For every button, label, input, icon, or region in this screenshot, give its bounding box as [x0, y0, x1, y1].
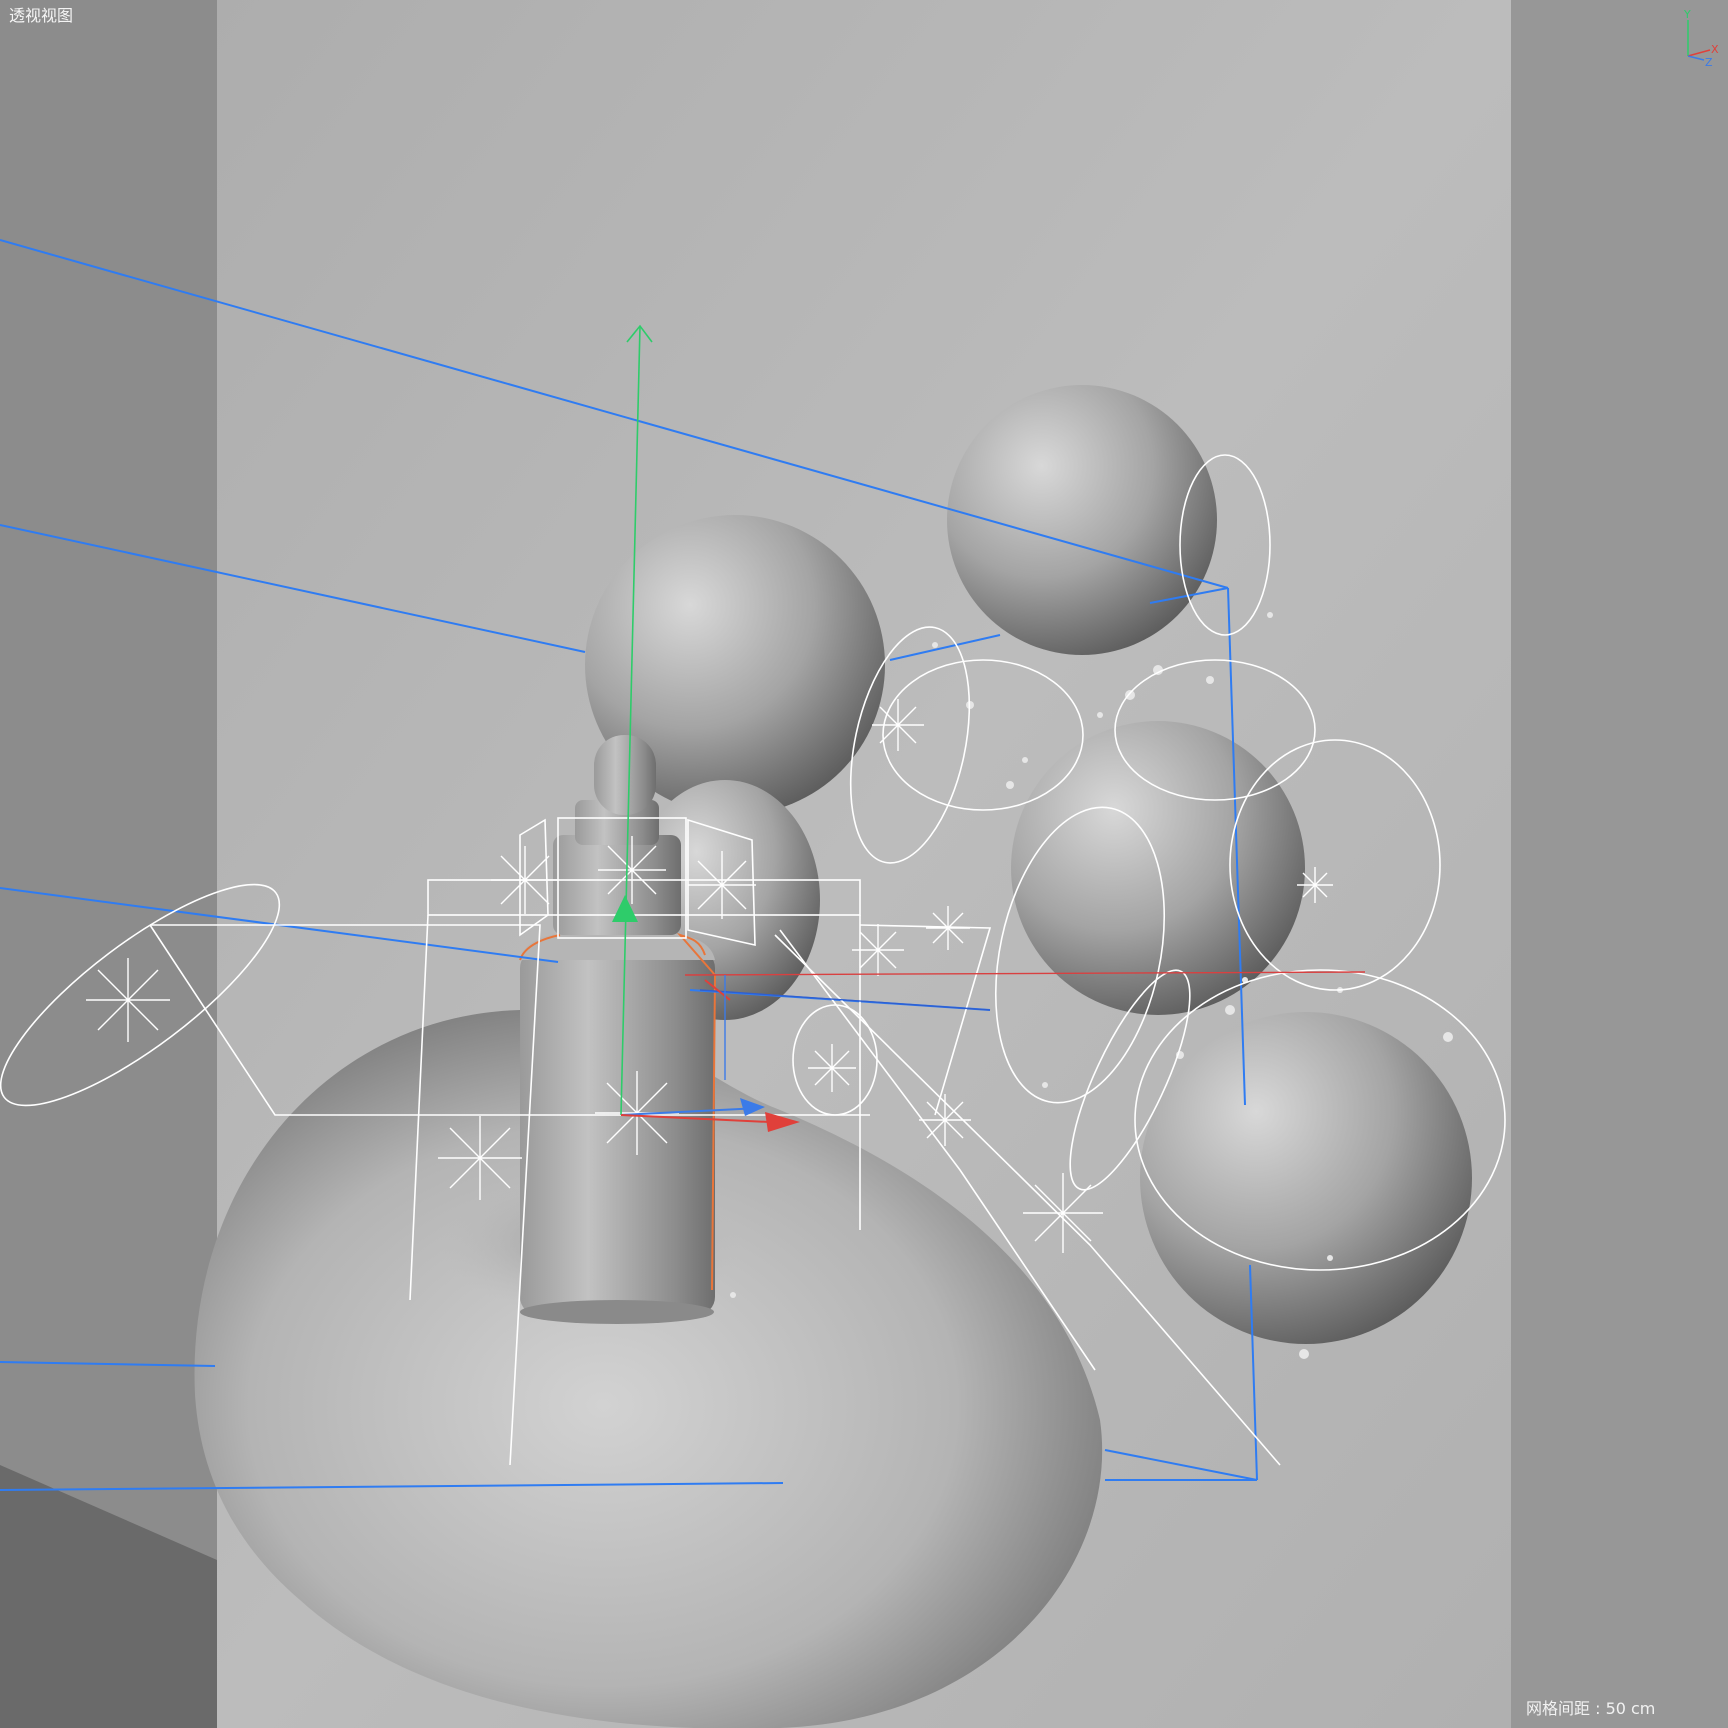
view-mode-label[interactable]: 透视视图 [3, 3, 99, 29]
scene-canvas[interactable] [0, 0, 1728, 1728]
axis-orientation-gizmo: Y X Z [1683, 8, 1719, 68]
left-side-panel [0, 0, 217, 1728]
right-side-panel [1511, 0, 1728, 1728]
axis-z-label: Z [1705, 56, 1713, 68]
perspective-viewport[interactable]: 透视视图 Y X Z 网格间距 : 50 cm [0, 0, 1728, 1728]
grid-spacing-readout: 网格间距 : 50 cm [1520, 1696, 1718, 1722]
axis-x-label: X [1711, 43, 1719, 56]
axis-y-label: Y [1683, 8, 1691, 21]
sphere-bottom-right[interactable] [1140, 1012, 1472, 1344]
